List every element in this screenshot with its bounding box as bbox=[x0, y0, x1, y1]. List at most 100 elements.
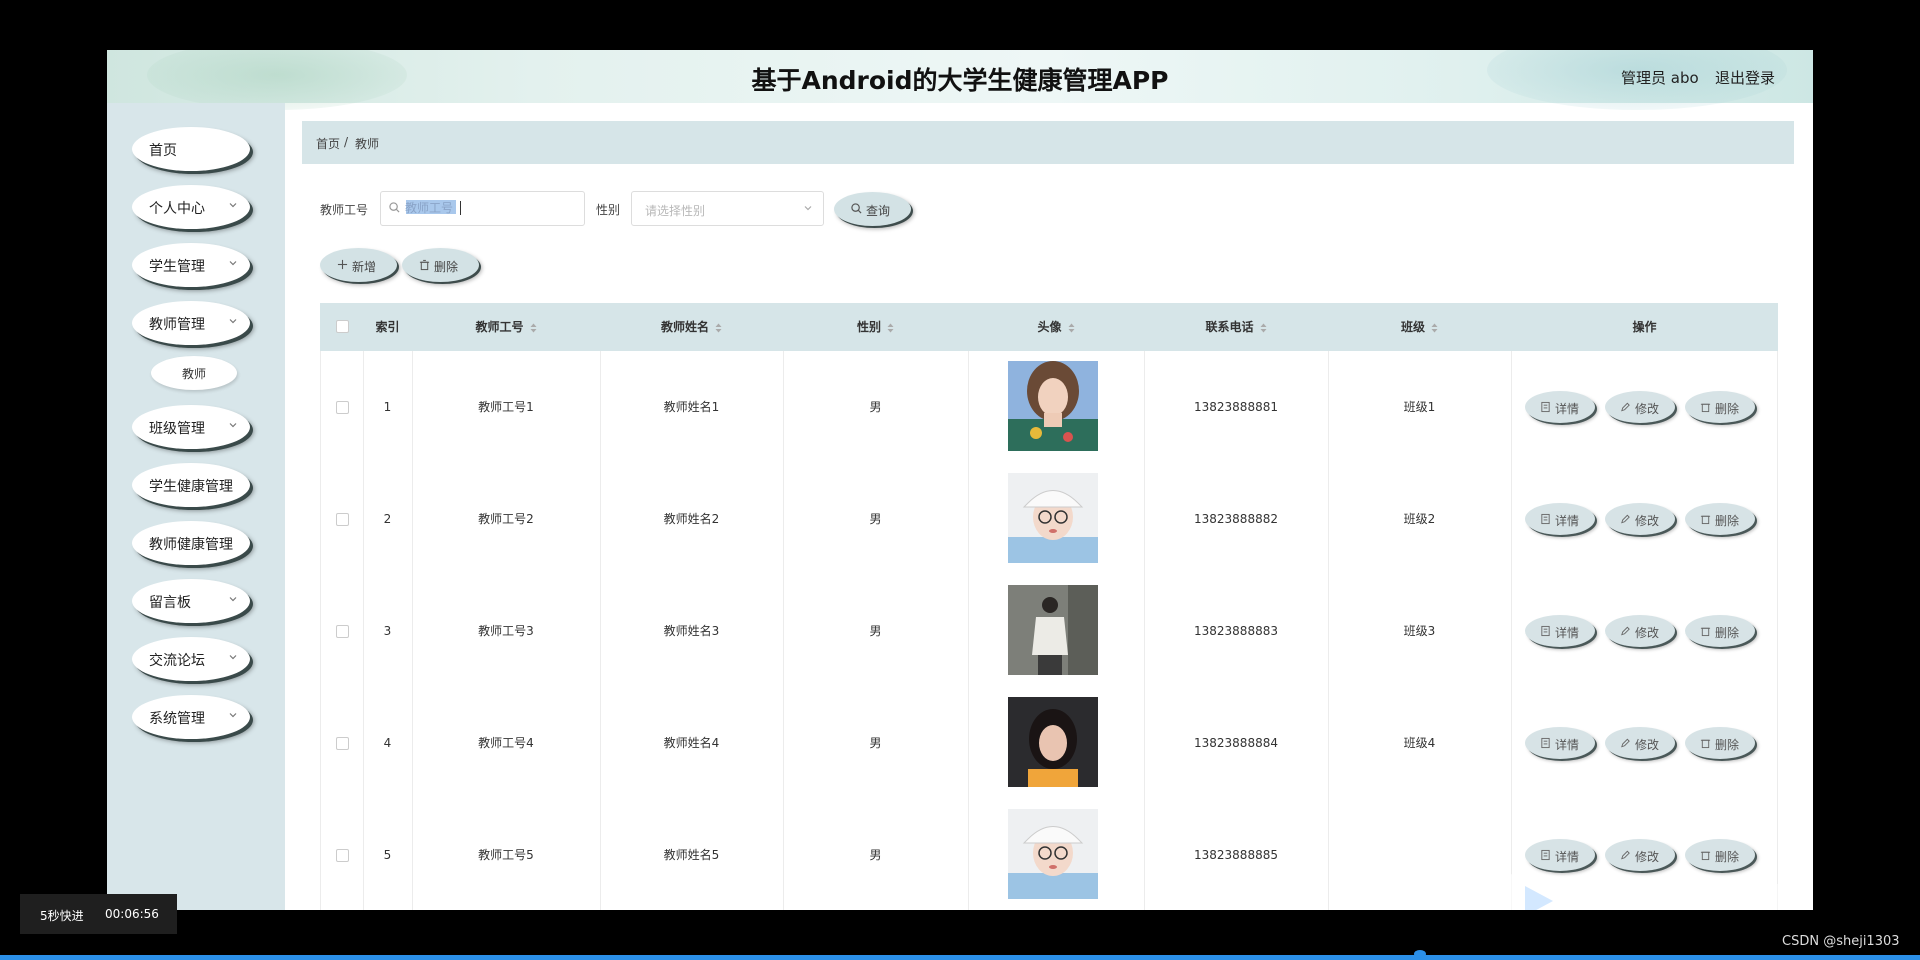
sidebar-subitem-teacher[interactable]: 教师 bbox=[151, 356, 237, 390]
row-checkbox[interactable] bbox=[336, 849, 349, 862]
chevron-down-icon bbox=[229, 713, 237, 718]
edit-button[interactable]: 修改 bbox=[1605, 391, 1675, 423]
row-delete-button[interactable]: 删除 bbox=[1685, 615, 1755, 647]
edit-button[interactable]: 修改 bbox=[1605, 615, 1675, 647]
admin-label: 管理员 abo bbox=[1621, 69, 1699, 87]
sidebar-item-label: 班级管理 bbox=[149, 421, 205, 437]
row-delete-button[interactable]: 删除 bbox=[1685, 503, 1755, 535]
gender-select-placeholder: 请选择性别 bbox=[645, 204, 706, 218]
row-checkbox[interactable] bbox=[336, 513, 349, 526]
teacher-id-label: 教师工号 bbox=[320, 203, 369, 217]
action-label: 修改 bbox=[1635, 402, 1660, 416]
table-row: 3 教师工号3 教师姓名3 男 13823888883 班级3 详情 修改 删除 bbox=[320, 575, 1778, 688]
sidebar-item-label: 学生健康管理 bbox=[149, 479, 233, 495]
action-label: 详情 bbox=[1555, 402, 1580, 416]
query-button[interactable]: 查询 bbox=[834, 192, 911, 226]
detail-button[interactable]: 详情 bbox=[1525, 503, 1595, 535]
sidebar-item-student-health[interactable]: 学生健康管理 bbox=[132, 463, 250, 507]
column-header-label: 性别 bbox=[856, 320, 881, 334]
teacher-id-input[interactable] bbox=[405, 198, 565, 218]
chevron-down-icon bbox=[229, 261, 237, 266]
fast-forward-label[interactable]: 5秒快进 bbox=[40, 907, 84, 924]
chevron-down-icon bbox=[229, 319, 237, 324]
breadcrumb-current: 教师 bbox=[355, 137, 380, 151]
sidebar-item-label: 个人中心 bbox=[149, 201, 205, 217]
header: 基于Android的大学生健康管理APP 管理员 abo 退出登录 bbox=[107, 50, 1813, 110]
action-label: 详情 bbox=[1555, 738, 1580, 752]
trash-icon bbox=[1700, 739, 1711, 749]
batch-delete-button[interactable]: 删除 bbox=[402, 248, 479, 282]
avatar bbox=[1008, 697, 1098, 787]
app-window: 基于Android的大学生健康管理APP 管理员 abo 退出登录 首页个人中心… bbox=[107, 50, 1813, 910]
playback-time: 00:06:56 bbox=[105, 907, 159, 921]
sort-icon[interactable] bbox=[887, 323, 894, 333]
add-button-label: 新增 bbox=[352, 260, 377, 274]
table-cell-index: 4 bbox=[383, 736, 392, 750]
sidebar-item-message-board[interactable]: 留言板 bbox=[132, 579, 250, 623]
edit-button[interactable]: 修改 bbox=[1605, 727, 1675, 759]
video-progress-handle[interactable] bbox=[1414, 950, 1426, 958]
table-header: 索引 教师工号 教师姓名 性别 头像 联系电话 班级 操作 bbox=[320, 303, 1778, 351]
row-checkbox[interactable] bbox=[336, 625, 349, 638]
edit-icon bbox=[1621, 402, 1630, 412]
table-cell-class: 班级2 bbox=[1403, 512, 1436, 526]
row-delete-button[interactable]: 删除 bbox=[1685, 391, 1755, 423]
detail-button[interactable]: 详情 bbox=[1525, 727, 1595, 759]
add-button[interactable]: 新增 bbox=[320, 248, 397, 282]
breadcrumb-home[interactable]: 首页 bbox=[316, 135, 340, 152]
table-cell-gender: 男 bbox=[869, 848, 882, 862]
table-cell-index: 1 bbox=[383, 400, 392, 414]
sidebar-item-student-management[interactable]: 学生管理 bbox=[132, 243, 250, 287]
document-icon bbox=[1541, 513, 1550, 525]
sidebar-item-label: 教师管理 bbox=[149, 317, 205, 333]
text-cursor bbox=[460, 201, 461, 215]
sort-icon[interactable] bbox=[715, 323, 722, 333]
action-label: 修改 bbox=[1635, 850, 1660, 864]
table-cell-id: 教师工号2 bbox=[478, 512, 534, 526]
sort-icon[interactable] bbox=[530, 323, 537, 333]
edit-icon bbox=[1621, 514, 1630, 524]
video-progress-bar[interactable] bbox=[0, 955, 1920, 960]
chevron-down-icon bbox=[229, 203, 237, 208]
edit-button[interactable]: 修改 bbox=[1605, 503, 1675, 535]
select-all-checkbox[interactable] bbox=[336, 320, 349, 333]
column-header: 教师姓名 bbox=[600, 303, 783, 351]
plus-icon bbox=[337, 259, 348, 270]
column-header: 班级 bbox=[1328, 303, 1511, 351]
row-checkbox[interactable] bbox=[336, 401, 349, 414]
detail-button[interactable]: 详情 bbox=[1525, 615, 1595, 647]
trash-icon bbox=[419, 259, 430, 271]
sidebar-item-forum[interactable]: 交流论坛 bbox=[132, 637, 250, 681]
edit-icon bbox=[1621, 626, 1630, 636]
table-cell-name: 教师姓名5 bbox=[663, 848, 720, 862]
table-row: 1 教师工号1 教师姓名1 男 13823888881 班级1 详情 修改 删除 bbox=[320, 351, 1778, 464]
sidebar-item-label: 系统管理 bbox=[149, 711, 205, 727]
column-header-label: 索引 bbox=[375, 320, 400, 334]
sort-icon[interactable] bbox=[1431, 323, 1438, 333]
table-cell-name: 教师姓名4 bbox=[663, 736, 720, 750]
sidebar-item-home[interactable]: 首页 bbox=[132, 127, 250, 171]
table-cell-class bbox=[1328, 799, 1511, 910]
sidebar-item-class-management[interactable]: 班级管理 bbox=[132, 405, 250, 449]
sort-icon[interactable] bbox=[1260, 323, 1267, 333]
column-header-label: 头像 bbox=[1037, 320, 1062, 334]
row-checkbox[interactable] bbox=[336, 737, 349, 750]
detail-button[interactable]: 详情 bbox=[1525, 391, 1595, 423]
document-icon bbox=[1541, 737, 1550, 749]
sidebar-item-personal-center[interactable]: 个人中心 bbox=[132, 185, 250, 229]
table-cell-name: 教师姓名1 bbox=[663, 400, 720, 414]
logout-link[interactable]: 退出登录 bbox=[1715, 67, 1775, 88]
row-delete-button[interactable]: 删除 bbox=[1685, 727, 1755, 759]
table-cell-index: 3 bbox=[383, 624, 392, 638]
sidebar: 首页个人中心学生管理教师管理班级管理学生健康管理教师健康管理 留言板交流论坛系统管… bbox=[107, 103, 285, 910]
sidebar-item-teacher-health[interactable]: 教师健康管理 bbox=[132, 521, 250, 565]
sidebar-item-teacher-management[interactable]: 教师管理 bbox=[132, 301, 250, 345]
chevron-down-icon bbox=[229, 423, 237, 428]
sidebar-item-system-management[interactable]: 系统管理 bbox=[132, 695, 250, 739]
chevron-down-icon bbox=[229, 597, 237, 602]
teacher-id-field[interactable] bbox=[380, 191, 585, 226]
gender-select[interactable]: 请选择性别 bbox=[631, 191, 824, 226]
app-title: 基于Android的大学生健康管理APP bbox=[751, 66, 1169, 95]
column-header: 头像 bbox=[968, 303, 1144, 351]
sort-icon[interactable] bbox=[1068, 323, 1075, 333]
